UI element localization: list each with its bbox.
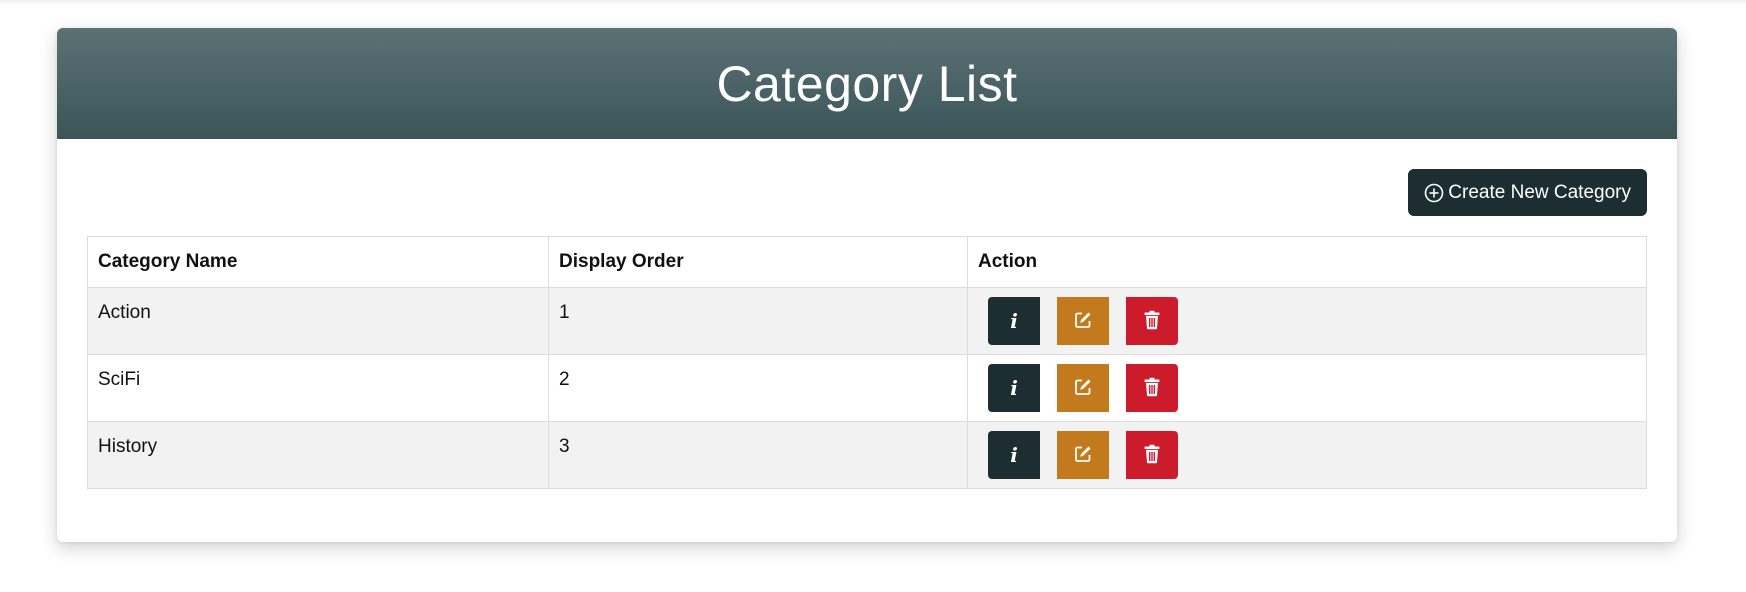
top-shadow [0, 0, 1746, 6]
trash-icon [1143, 310, 1161, 333]
action-cell: i [967, 421, 1647, 489]
delete-button[interactable] [1126, 364, 1178, 412]
table-row: SciFi 2 i [87, 354, 1647, 422]
edit-button[interactable] [1057, 364, 1109, 412]
info-button[interactable]: i [988, 431, 1040, 479]
info-icon: i [1010, 309, 1018, 333]
create-category-button[interactable]: Create New Category [1408, 169, 1647, 216]
category-table: Category Name Display Order Action Actio… [87, 236, 1647, 489]
header-action: Action [967, 236, 1647, 288]
category-name-cell: History [87, 421, 549, 489]
table-body: Action 1 i SciFi 2 i History 3 i [87, 287, 1647, 489]
table-header-row: Category Name Display Order Action [87, 236, 1647, 288]
display-order-cell: 2 [548, 354, 968, 422]
display-order-cell: 3 [548, 421, 968, 489]
card-header: Category List [57, 28, 1677, 139]
info-button[interactable]: i [988, 364, 1040, 412]
display-order-cell: 1 [548, 287, 968, 355]
table-row: Action 1 i [87, 287, 1647, 355]
table-row: History 3 i [87, 421, 1647, 489]
trash-icon [1143, 444, 1161, 467]
edit-button[interactable] [1057, 431, 1109, 479]
action-cell: i [967, 354, 1647, 422]
edit-icon [1073, 377, 1093, 400]
delete-button[interactable] [1126, 431, 1178, 479]
create-category-label: Create New Category [1448, 181, 1631, 203]
plus-circle-icon [1424, 183, 1444, 203]
edit-button[interactable] [1057, 297, 1109, 345]
category-name-cell: SciFi [87, 354, 549, 422]
info-icon: i [1010, 376, 1018, 400]
info-button[interactable]: i [988, 297, 1040, 345]
page-title: Category List [716, 55, 1018, 112]
action-cell: i [967, 287, 1647, 355]
edit-icon [1073, 310, 1093, 333]
header-display-order: Display Order [548, 236, 968, 288]
edit-icon [1073, 444, 1093, 467]
trash-icon [1143, 377, 1161, 400]
header-category-name: Category Name [87, 236, 549, 288]
info-icon: i [1010, 443, 1018, 467]
category-card: Category List Create New Category Catego… [57, 28, 1677, 542]
category-name-cell: Action [87, 287, 549, 355]
delete-button[interactable] [1126, 297, 1178, 345]
toolbar: Create New Category [1408, 169, 1647, 216]
